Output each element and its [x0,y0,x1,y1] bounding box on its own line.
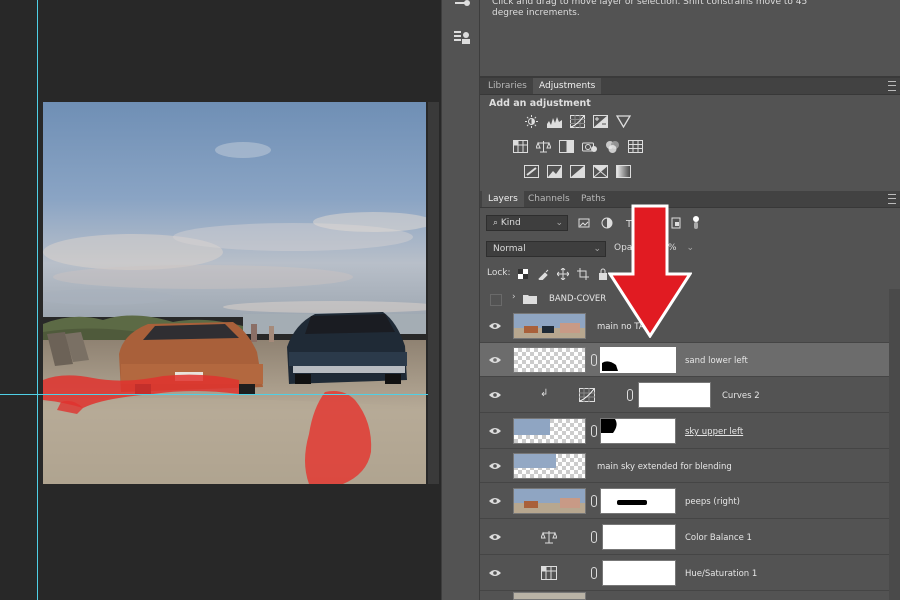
adjustments-tabbar: Libraries Adjustments [480,78,900,95]
layer-mask-thumbnail[interactable] [638,382,711,408]
group-name: BAND-COVER [549,294,607,304]
link-icon[interactable] [627,389,633,401]
posterize-icon[interactable] [547,165,562,178]
exposure-icon[interactable] [593,115,608,128]
panel-icon-strip [441,0,480,600]
layer-mask-thumbnail[interactable] [602,524,676,550]
search-icon: ⌕ [493,218,501,228]
threshold-icon[interactable] [570,165,585,178]
blend-mode-value: Normal [493,244,526,254]
eye-icon[interactable] [489,355,501,365]
lock-transparent-icon[interactable] [517,268,529,280]
tool-tip-panel: Click and drag to move layer or selectio… [480,0,900,78]
layer-mask-thumbnail[interactable] [600,488,676,514]
layers-scrollbar[interactable] [889,289,900,600]
layer-mask-thumbnail[interactable] [600,418,676,444]
layer-row-sand-lower-left[interactable]: sand lower left [480,343,889,377]
hue-saturation-icon [541,566,557,580]
layer-name: sky upper left [685,427,744,437]
tab-layers[interactable]: Layers [482,191,524,207]
annotation-arrow-icon [607,204,693,339]
adjustments-title: Add an adjustment [489,98,591,109]
canvas-vertical-scrollbar[interactable] [428,102,439,484]
layer-name: Color Balance 1 [685,533,752,543]
levels-icon[interactable] [547,115,562,128]
layer-name: peeps (right) [685,497,740,507]
layer-name: sand lower left [685,356,748,366]
eye-icon[interactable] [489,461,501,471]
link-icon[interactable] [591,531,597,543]
eye-icon[interactable] [489,390,501,400]
layer-filter-select[interactable]: ⌕ Kind ⌄ [486,215,568,231]
selective-color-icon[interactable] [593,165,608,178]
vertical-guide[interactable] [37,0,38,600]
layer-row-color-balance-1[interactable]: Color Balance 1 [480,519,889,555]
chevron-right-icon[interactable]: › [512,292,516,302]
layer-row-partial[interactable] [480,591,889,600]
layer-comps-icon[interactable] [451,27,473,49]
folder-icon [523,294,537,304]
chevron-down-icon: ⌄ [555,218,563,228]
tab-paths[interactable]: Paths [575,191,611,207]
link-icon[interactable] [591,495,597,507]
layers-panel-menu-icon[interactable] [888,194,896,204]
color-lookup-icon[interactable] [628,140,643,153]
eye-icon[interactable] [489,426,501,436]
photo-filter-icon[interactable] [582,140,597,153]
chevron-down-icon: ⌄ [593,244,601,254]
lock-label: Lock: [487,268,511,278]
vibrance-icon[interactable] [513,140,528,153]
lock-image-pixels-icon[interactable] [537,268,549,282]
adjustments-panel-menu-icon[interactable] [888,81,896,91]
layer-thumbnail [513,592,586,600]
layer-mask-thumbnail[interactable] [600,347,676,373]
curves-icon [579,388,595,402]
layer-thumbnail [513,313,586,339]
group-visibility-box[interactable] [490,294,502,306]
layer-name: Curves 2 [722,391,760,401]
lock-artboard-icon[interactable] [577,268,589,280]
lock-position-icon[interactable] [556,267,570,281]
eye-icon[interactable] [489,568,501,578]
link-icon[interactable] [591,567,597,579]
curves-icon[interactable] [570,115,585,128]
horizontal-guide[interactable] [0,394,428,395]
document-image [43,102,426,484]
layer-thumbnail [513,488,586,514]
properties-icon[interactable] [451,0,473,16]
layer-row-sky-upper-left[interactable]: sky upper left [480,413,889,449]
link-icon[interactable] [591,354,597,366]
layer-name: Hue/Saturation 1 [685,569,758,579]
gradient-triangle-icon[interactable] [616,115,631,128]
channel-mixer-icon[interactable] [605,140,620,153]
layer-name: main sky extended for blending [597,462,732,472]
brightness-contrast-icon[interactable] [524,115,539,128]
black-white-icon[interactable] [559,140,574,153]
layer-row-hue-saturation-1[interactable]: Hue/Saturation 1 [480,555,889,591]
layer-row-main-sky-extended[interactable]: main sky extended for blending [480,449,889,483]
tab-libraries[interactable]: Libraries [482,78,533,94]
clipping-arrow-icon: ↲ [540,388,549,399]
layer-thumbnail [513,453,586,479]
tool-hint-text: Click and drag to move layer or selectio… [492,0,808,18]
invert-icon[interactable] [524,165,539,178]
color-balance-icon[interactable] [536,140,551,153]
color-balance-icon [541,530,557,544]
blend-mode-select[interactable]: Normal ⌄ [486,241,606,257]
layer-thumbnail [513,347,586,373]
tab-adjustments[interactable]: Adjustments [533,78,602,94]
tab-channels[interactable]: Channels [522,191,576,207]
layer-thumbnail [513,418,586,444]
link-icon[interactable] [591,425,597,437]
layer-row-curves-2[interactable]: ↲ Curves 2 [480,377,889,413]
document-canvas[interactable] [43,102,426,484]
layer-mask-thumbnail[interactable] [602,560,676,586]
filter-kind-label: Kind [500,218,521,228]
eye-icon[interactable] [489,532,501,542]
layer-row-peeps-right[interactable]: peeps (right) [480,483,889,519]
gradient-map-icon[interactable] [616,165,631,178]
eye-icon[interactable] [489,496,501,506]
pixel-filter-icon[interactable] [578,217,590,229]
eye-icon[interactable] [489,321,501,331]
